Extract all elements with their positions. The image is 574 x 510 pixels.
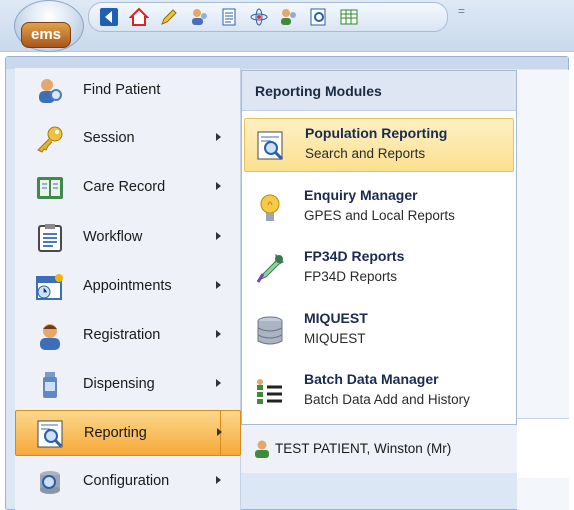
quick-access-icons bbox=[88, 2, 448, 32]
submenu-item-description: Batch Data Add and History bbox=[304, 392, 470, 407]
calendar-clock-icon bbox=[36, 274, 63, 300]
search-document-icon[interactable] bbox=[309, 7, 329, 27]
menu-item-workflow[interactable]: Workflow bbox=[15, 215, 241, 261]
patient-icon bbox=[255, 440, 269, 458]
application-menu-list: Find Patient Session Care Record Workflo… bbox=[15, 68, 241, 510]
submenu-arrow-icon bbox=[216, 330, 221, 338]
menu-item-care-record[interactable]: Care Record bbox=[15, 165, 241, 211]
submenu-arrow-icon bbox=[216, 281, 221, 289]
menu-item-find-patient[interactable]: Find Patient bbox=[15, 68, 241, 114]
ems-logo[interactable]: ems bbox=[21, 22, 71, 48]
quick-access-toolbar: = bbox=[0, 0, 574, 52]
submenu-item-enquiry-manager[interactable]: Enquiry Manager GPES and Local Reports bbox=[244, 181, 514, 235]
document-icon[interactable] bbox=[219, 7, 239, 27]
submenu-arrow-icon bbox=[216, 133, 221, 141]
submenu-item-fp34d-reports[interactable]: FP34D Reports FP34D Reports bbox=[244, 242, 514, 296]
submenu-item-title: FP34D Reports bbox=[304, 248, 405, 264]
submenu-item-title: MIQUEST bbox=[304, 310, 368, 326]
find-patient-icon bbox=[39, 79, 62, 103]
submenu-item-description: GPES and Local Reports bbox=[304, 208, 455, 223]
menu-item-label: Dispensing bbox=[83, 376, 155, 392]
menu-item-label: Workflow bbox=[83, 229, 143, 245]
batch-list-icon bbox=[257, 379, 282, 404]
quick-access-dropdown[interactable]: = bbox=[458, 4, 465, 18]
current-patient-bar[interactable]: TEST PATIENT, Winston (Mr) bbox=[241, 425, 517, 473]
submenu-header-label: Reporting Modules bbox=[255, 83, 382, 99]
menu-item-dispensing[interactable]: Dispensing bbox=[15, 362, 241, 408]
person-icon bbox=[40, 324, 60, 350]
clipboard-icon bbox=[38, 224, 62, 252]
menu-item-appointments[interactable]: Appointments bbox=[15, 264, 241, 310]
key-icon bbox=[37, 126, 63, 153]
person-group-icon[interactable] bbox=[279, 7, 299, 27]
home-icon[interactable] bbox=[129, 7, 149, 27]
menu-item-registration[interactable]: Registration bbox=[15, 313, 241, 359]
menu-item-session[interactable]: Session bbox=[15, 116, 241, 162]
submenu-item-description: MIQUEST bbox=[304, 331, 366, 346]
submenu-arrow-icon bbox=[216, 182, 221, 190]
submenu-item-miquest[interactable]: MIQUEST MIQUEST bbox=[244, 304, 514, 358]
dropper-icon bbox=[256, 253, 284, 283]
configuration-icon bbox=[40, 471, 60, 494]
population-reporting-icon bbox=[257, 131, 284, 161]
menu-item-label: Registration bbox=[83, 327, 161, 343]
current-patient-name: TEST PATIENT, Winston (Mr) bbox=[275, 441, 452, 456]
table-icon[interactable] bbox=[339, 7, 359, 27]
menu-right-panel bbox=[517, 418, 569, 478]
submenu-item-title: Batch Data Manager bbox=[304, 371, 439, 387]
menu-item-label: Care Record bbox=[83, 179, 166, 195]
submenu-item-title: Population Reporting bbox=[305, 125, 448, 141]
submenu-arrow-icon bbox=[216, 232, 221, 240]
submenu-item-description: Search and Reports bbox=[305, 146, 426, 161]
users-icon[interactable] bbox=[189, 7, 209, 27]
back-icon[interactable] bbox=[99, 7, 119, 27]
menu-item-label: Appointments bbox=[83, 278, 172, 294]
reporting-submenu: Reporting Modules Population Reporting S… bbox=[241, 70, 517, 425]
submenu-arrow-icon bbox=[216, 379, 221, 387]
submenu-item-population-reporting[interactable]: Population Reporting Search and Reports bbox=[244, 118, 514, 172]
menu-item-configuration[interactable]: Configuration bbox=[15, 459, 241, 505]
submenu-header: Reporting Modules bbox=[242, 71, 516, 111]
menu-item-label: Configuration bbox=[83, 473, 170, 489]
submenu-split-button[interactable] bbox=[220, 411, 240, 455]
submenu-item-description: FP34D Reports bbox=[304, 269, 398, 284]
submenu-arrow-icon bbox=[216, 476, 221, 484]
submenu-item-title: Enquiry Manager bbox=[304, 187, 418, 203]
medicine-bottle-icon bbox=[43, 372, 57, 398]
menu-item-reporting[interactable]: Reporting bbox=[15, 410, 241, 456]
submenu-arrow-icon bbox=[217, 428, 222, 436]
submenu-item-batch-data-manager[interactable]: Batch Data Manager Batch Data Add and Hi… bbox=[244, 365, 514, 419]
menu-item-label: Find Patient bbox=[83, 82, 161, 98]
reporting-icon bbox=[37, 420, 63, 448]
care-record-icon bbox=[37, 177, 63, 199]
lightbulb-icon bbox=[260, 194, 280, 221]
atom-icon[interactable] bbox=[249, 7, 269, 27]
menu-item-label: Reporting bbox=[84, 425, 147, 441]
pencil-icon[interactable] bbox=[159, 7, 179, 27]
menu-item-label: Session bbox=[83, 130, 135, 146]
database-icon bbox=[257, 316, 283, 345]
